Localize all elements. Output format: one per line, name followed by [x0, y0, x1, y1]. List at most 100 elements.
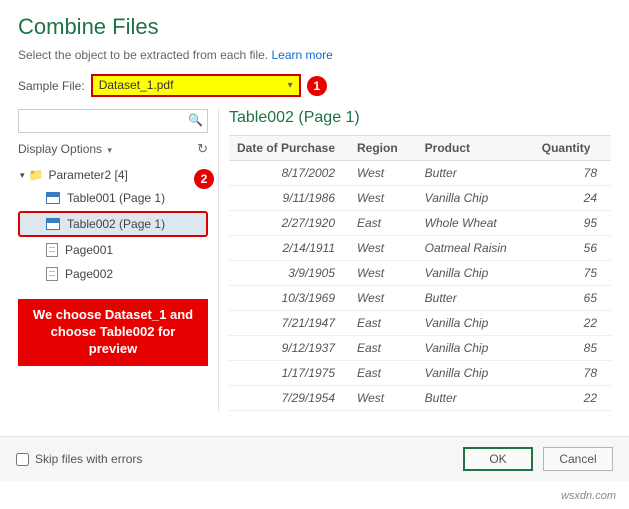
table-cell: 8/17/2002 — [229, 161, 349, 186]
table-cell: Vanilla Chip — [417, 186, 534, 211]
folder-icon: 📁 — [29, 168, 44, 182]
callout-badge-1: 1 — [307, 76, 327, 96]
search-icon[interactable]: 🔍 — [188, 113, 203, 127]
table-cell: Vanilla Chip — [417, 336, 534, 361]
table-icon — [46, 192, 60, 204]
table-cell: 95 — [534, 211, 611, 236]
table-row[interactable]: 2/27/1920EastWhole Wheat95 — [229, 211, 611, 236]
chevron-down-icon: ▾ — [107, 145, 112, 155]
table-row[interactable]: 7/29/1954WestButter22 — [229, 386, 611, 411]
object-tree: ▾ 📁 Parameter2 [4] Table001 (Page 1) 2 T… — [18, 165, 208, 285]
table-cell: East — [349, 361, 417, 386]
watermark: wsxdn.com — [558, 489, 619, 503]
col-region[interactable]: Region — [349, 136, 417, 161]
skip-errors-text: Skip files with errors — [35, 452, 142, 466]
table-cell: 56 — [534, 236, 611, 261]
navigator-pane: 🔍 Display Options ▾ ↻ ▾ 📁 Parameter2 [4] — [18, 109, 208, 411]
preview-title: Table002 (Page 1) — [229, 109, 611, 127]
preview-table: Date of Purchase Region Product Quantity… — [229, 135, 611, 411]
search-input[interactable] — [18, 109, 208, 133]
table-cell: West — [349, 386, 417, 411]
table-cell: West — [349, 236, 417, 261]
learn-more-link[interactable]: Learn more — [271, 48, 332, 62]
table-row[interactable]: 3/9/1905WestVanilla Chip75 — [229, 261, 611, 286]
tree-root-label: Parameter2 [4] — [48, 168, 127, 182]
table-cell: 9/12/1937 — [229, 336, 349, 361]
table-cell: West — [349, 186, 417, 211]
table-cell: Butter — [417, 386, 534, 411]
table-row[interactable]: 9/11/1986WestVanilla Chip24 — [229, 186, 611, 211]
col-quantity[interactable]: Quantity — [534, 136, 611, 161]
skip-errors-label[interactable]: Skip files with errors — [16, 452, 142, 466]
table-cell: 3/9/1905 — [229, 261, 349, 286]
table-cell: 65 — [534, 286, 611, 311]
table-cell: 2/27/1920 — [229, 211, 349, 236]
table-cell: West — [349, 286, 417, 311]
tree-item-label: Table001 (Page 1) — [67, 191, 165, 205]
cancel-button[interactable]: Cancel — [543, 447, 613, 471]
table-cell: Vanilla Chip — [417, 361, 534, 386]
dialog-title: Combine Files — [18, 14, 611, 40]
table-icon — [46, 218, 60, 230]
page-icon — [46, 267, 58, 281]
col-date[interactable]: Date of Purchase — [229, 136, 349, 161]
subtitle-text: Select the object to be extracted from e… — [18, 48, 268, 62]
table-cell: Oatmeal Raisin — [417, 236, 534, 261]
collapse-icon[interactable]: ▾ — [20, 170, 25, 181]
table-cell: 85 — [534, 336, 611, 361]
chevron-down-icon: ▾ — [288, 80, 293, 91]
table-cell: 7/21/1947 — [229, 311, 349, 336]
table-cell: East — [349, 336, 417, 361]
table-cell: 22 — [534, 311, 611, 336]
tree-item-page001[interactable]: Page001 — [18, 239, 208, 261]
table-row[interactable]: 10/3/1969WestButter65 — [229, 286, 611, 311]
table-cell: Whole Wheat — [417, 211, 534, 236]
col-product[interactable]: Product — [417, 136, 534, 161]
table-cell: 75 — [534, 261, 611, 286]
dialog-subtitle: Select the object to be extracted from e… — [18, 48, 611, 62]
table-row[interactable]: 2/14/1911WestOatmeal Raisin56 — [229, 236, 611, 261]
table-row[interactable]: 9/12/1937EastVanilla Chip85 — [229, 336, 611, 361]
tree-item-table002[interactable]: Table002 (Page 1) — [18, 211, 208, 237]
table-cell: 78 — [534, 161, 611, 186]
table-header-row: Date of Purchase Region Product Quantity — [229, 136, 611, 161]
table-cell: West — [349, 161, 417, 186]
display-options-label: Display Options — [18, 142, 102, 156]
table-row[interactable]: 1/17/1975EastVanilla Chip78 — [229, 361, 611, 386]
tree-item-label: Page002 — [65, 267, 113, 281]
display-options-button[interactable]: Display Options ▾ — [18, 142, 112, 156]
table-cell: 1/17/1975 — [229, 361, 349, 386]
table-cell: Vanilla Chip — [417, 261, 534, 286]
table-row[interactable]: 7/21/1947EastVanilla Chip22 — [229, 311, 611, 336]
table-cell: 22 — [534, 386, 611, 411]
table-cell: Butter — [417, 161, 534, 186]
sample-file-label: Sample File: — [18, 79, 85, 93]
table-cell: Butter — [417, 286, 534, 311]
tree-item-label: Page001 — [65, 243, 113, 257]
tree-item-page002[interactable]: Page002 — [18, 263, 208, 285]
table-cell: 7/29/1954 — [229, 386, 349, 411]
sample-file-value: Dataset_1.pdf — [99, 78, 174, 92]
table-row[interactable]: 8/17/2002WestButter78 — [229, 161, 611, 186]
tree-root-item[interactable]: ▾ 📁 Parameter2 [4] — [18, 165, 208, 185]
table-cell: 78 — [534, 361, 611, 386]
refresh-icon[interactable]: ↻ — [197, 141, 208, 157]
table-cell: East — [349, 311, 417, 336]
ok-button[interactable]: OK — [463, 447, 533, 471]
sample-file-dropdown[interactable]: Dataset_1.pdf ▾ — [91, 74, 301, 97]
page-icon — [46, 243, 58, 257]
preview-pane: Table002 (Page 1) Date of Purchase Regio… — [218, 109, 611, 411]
skip-errors-checkbox[interactable] — [16, 453, 29, 466]
table-cell: 24 — [534, 186, 611, 211]
table-cell: 9/11/1986 — [229, 186, 349, 211]
callout-badge-2: 2 — [194, 169, 214, 189]
tree-item-label: Table002 (Page 1) — [67, 217, 165, 231]
tree-item-table001[interactable]: Table001 (Page 1) — [18, 187, 208, 209]
table-cell: Vanilla Chip — [417, 311, 534, 336]
annotation-note: We choose Dataset_1 and choose Table002 … — [18, 299, 208, 366]
table-cell: 10/3/1969 — [229, 286, 349, 311]
dialog-footer: Skip files with errors OK Cancel — [0, 436, 629, 481]
table-cell: 2/14/1911 — [229, 236, 349, 261]
table-cell: East — [349, 211, 417, 236]
table-cell: West — [349, 261, 417, 286]
